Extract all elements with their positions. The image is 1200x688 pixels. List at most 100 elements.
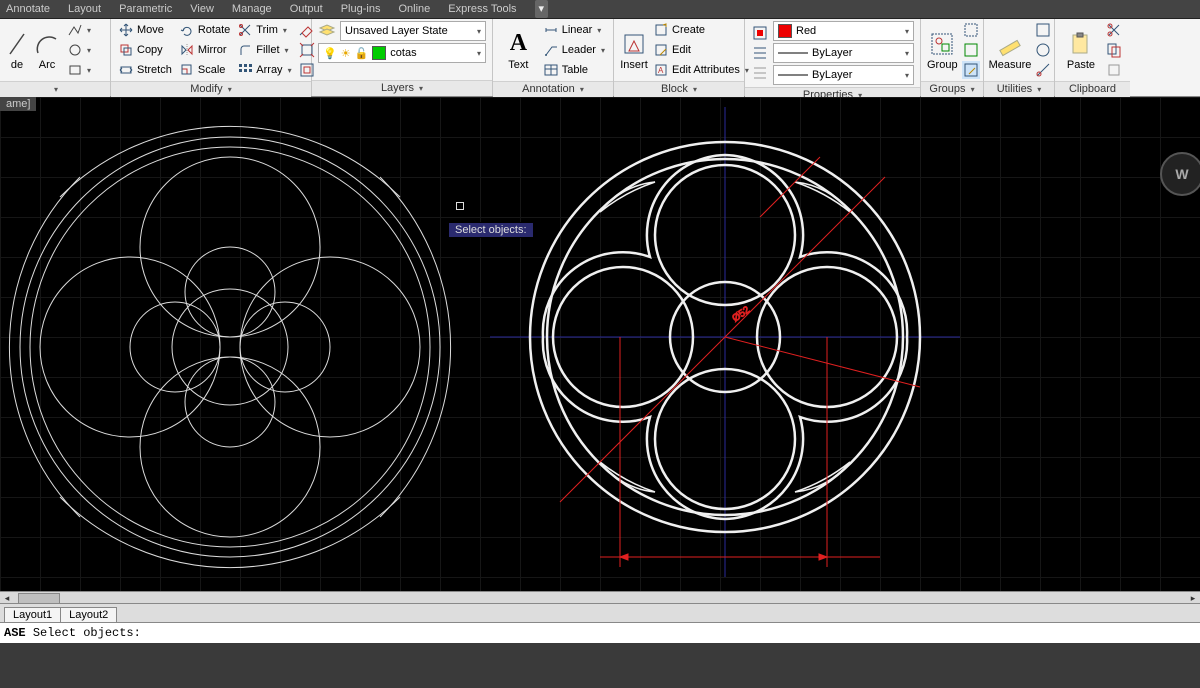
draw-circle-button[interactable]: ▾ [66, 41, 93, 59]
cut-button[interactable] [1105, 21, 1123, 39]
mirror-label: Mirror [198, 44, 227, 56]
panel-groups-title: Groups ▾ [921, 81, 983, 97]
draw-line-label: de [11, 60, 23, 71]
group-edit-button[interactable] [962, 41, 980, 59]
clip-more-button[interactable] [1105, 61, 1123, 79]
scale-icon [180, 63, 194, 77]
rotate-button[interactable]: Rotate [178, 21, 232, 39]
panel-draw: de Arc ▾ ▾ ▾ ▾ [0, 19, 111, 96]
lineweight-combo[interactable]: ByLayer▾ [773, 43, 914, 63]
panel-clipboard: Paste Clipboard [1055, 19, 1130, 96]
viewcube[interactable]: W [1160, 152, 1200, 192]
cmd-prompt: Select objects: [33, 626, 141, 640]
viewcube-label: W [1160, 152, 1200, 196]
layout-tabs: Layout1 Layout2 [0, 603, 1200, 622]
more-prop-button[interactable] [751, 64, 769, 82]
array-label: Array [256, 64, 282, 76]
menu-layout[interactable]: Layout [68, 0, 101, 18]
fillet-icon [238, 43, 252, 57]
command-line[interactable]: ASE Select objects: [0, 622, 1200, 643]
linetype-icon [778, 71, 808, 79]
stretch-button[interactable]: Stretch [117, 61, 174, 79]
mirror-icon [180, 43, 194, 57]
leader-button[interactable]: Leader▾ [542, 41, 607, 59]
text-button[interactable]: A Text [499, 21, 538, 79]
insert-label: Insert [620, 60, 648, 71]
measure-icon [996, 30, 1024, 58]
edit-attr-button[interactable]: AEdit Attributes▾ [652, 61, 751, 79]
menu-online[interactable]: Online [398, 0, 430, 18]
copy-clip-button[interactable] [1105, 41, 1123, 59]
fillet-button[interactable]: Fillet▾ [236, 41, 293, 59]
color-combo[interactable]: Red▾ [773, 21, 914, 41]
text-icon: A [504, 30, 532, 58]
linetype-combo[interactable]: ByLayer▾ [773, 65, 914, 85]
menu-annotate[interactable]: Annotate [6, 0, 50, 18]
linear-dim-button[interactable]: Linear▾ [542, 21, 607, 39]
list-prop-button[interactable] [751, 44, 769, 62]
panel-properties: Red▾ ByLayer▾ ByLayer▾ Properties ▾ [745, 19, 921, 96]
menu-bar: Annotate Layout Parametric View Manage O… [0, 0, 1200, 19]
panel-groups: Group Groups ▾ [921, 19, 984, 96]
panel-utilities: Measure Utilities ▾ [984, 19, 1055, 96]
menu-output[interactable]: Output [290, 0, 323, 18]
stretch-icon [119, 63, 133, 77]
panel-layers: Unsaved Layer State▾ 💡 ☀ 🔓 cotas ▾ Layer… [312, 19, 493, 96]
array-button[interactable]: Array▾ [236, 61, 293, 79]
match-prop-button[interactable] [751, 24, 769, 42]
text-label: Text [508, 60, 528, 71]
rotate-label: Rotate [198, 24, 230, 36]
menu-express-tools[interactable]: Express Tools [448, 0, 516, 18]
current-layer-combo[interactable]: 💡 ☀ 🔓 cotas ▾ [318, 43, 486, 63]
util-2-button[interactable] [1034, 41, 1052, 59]
measure-button[interactable]: Measure [990, 21, 1030, 79]
panel-modify-title: Modify ▾ [111, 81, 311, 97]
move-button[interactable]: Move [117, 21, 174, 39]
rotate-icon [180, 23, 194, 37]
menu-view[interactable]: View [190, 0, 214, 18]
layer-lock-icon: 🔓 [355, 47, 369, 60]
group-button[interactable]: Group [927, 21, 958, 79]
drawing-canvas: Ø52 [0, 97, 1200, 622]
menu-manage[interactable]: Manage [232, 0, 272, 18]
util-3-button[interactable] [1034, 61, 1052, 79]
drawing-area[interactable]: ame] [0, 97, 1200, 622]
draw-arc-button[interactable]: Arc [32, 21, 62, 79]
line-icon [3, 30, 31, 58]
layer-state-combo[interactable]: Unsaved Layer State▾ [340, 21, 486, 41]
util-1-button[interactable] [1034, 21, 1052, 39]
draw-polyline-button[interactable]: ▾ [66, 21, 93, 39]
scale-button[interactable]: Scale [178, 61, 232, 79]
scroll-left-button[interactable]: ◂ [0, 593, 14, 603]
layer-state-value: Unsaved Layer State [345, 25, 448, 37]
scroll-thumb[interactable] [18, 593, 60, 604]
draw-rect-button[interactable]: ▾ [66, 61, 93, 79]
layer-color-swatch [372, 46, 386, 60]
array-icon [238, 63, 252, 77]
layout-tab-1[interactable]: Layout1 [4, 607, 61, 622]
group-sel-button[interactable] [962, 61, 980, 79]
trim-button[interactable]: Trim▾ [236, 21, 293, 39]
table-button[interactable]: Table [542, 61, 607, 79]
mirror-button[interactable]: Mirror [178, 41, 232, 59]
draw-line-button[interactable]: de [6, 21, 28, 79]
copy-button[interactable]: Copy [117, 41, 174, 59]
copy-icon [119, 43, 133, 57]
editattr-label: Edit Attributes [672, 64, 740, 76]
create-block-button[interactable]: Create [652, 21, 751, 39]
menu-plugins[interactable]: Plug-ins [341, 0, 381, 18]
edit-block-button[interactable]: Edit [652, 41, 751, 59]
menu-overflow-icon[interactable]: ▾ [535, 0, 549, 18]
scroll-right-button[interactable]: ▸ [1186, 593, 1200, 603]
ungroup-button[interactable] [962, 21, 980, 39]
color-value: Red [796, 25, 816, 37]
paste-button[interactable]: Paste [1061, 21, 1101, 79]
layer-prop-button[interactable] [318, 22, 336, 40]
menu-parametric[interactable]: Parametric [119, 0, 172, 18]
insert-button[interactable]: Insert [620, 21, 648, 79]
paste-label: Paste [1067, 60, 1095, 71]
linear-dim-icon [544, 23, 558, 37]
layout-tab-2[interactable]: Layout2 [60, 607, 117, 622]
panel-draw-title: ▾ [0, 81, 110, 97]
linetype-value: ByLayer [812, 69, 852, 81]
